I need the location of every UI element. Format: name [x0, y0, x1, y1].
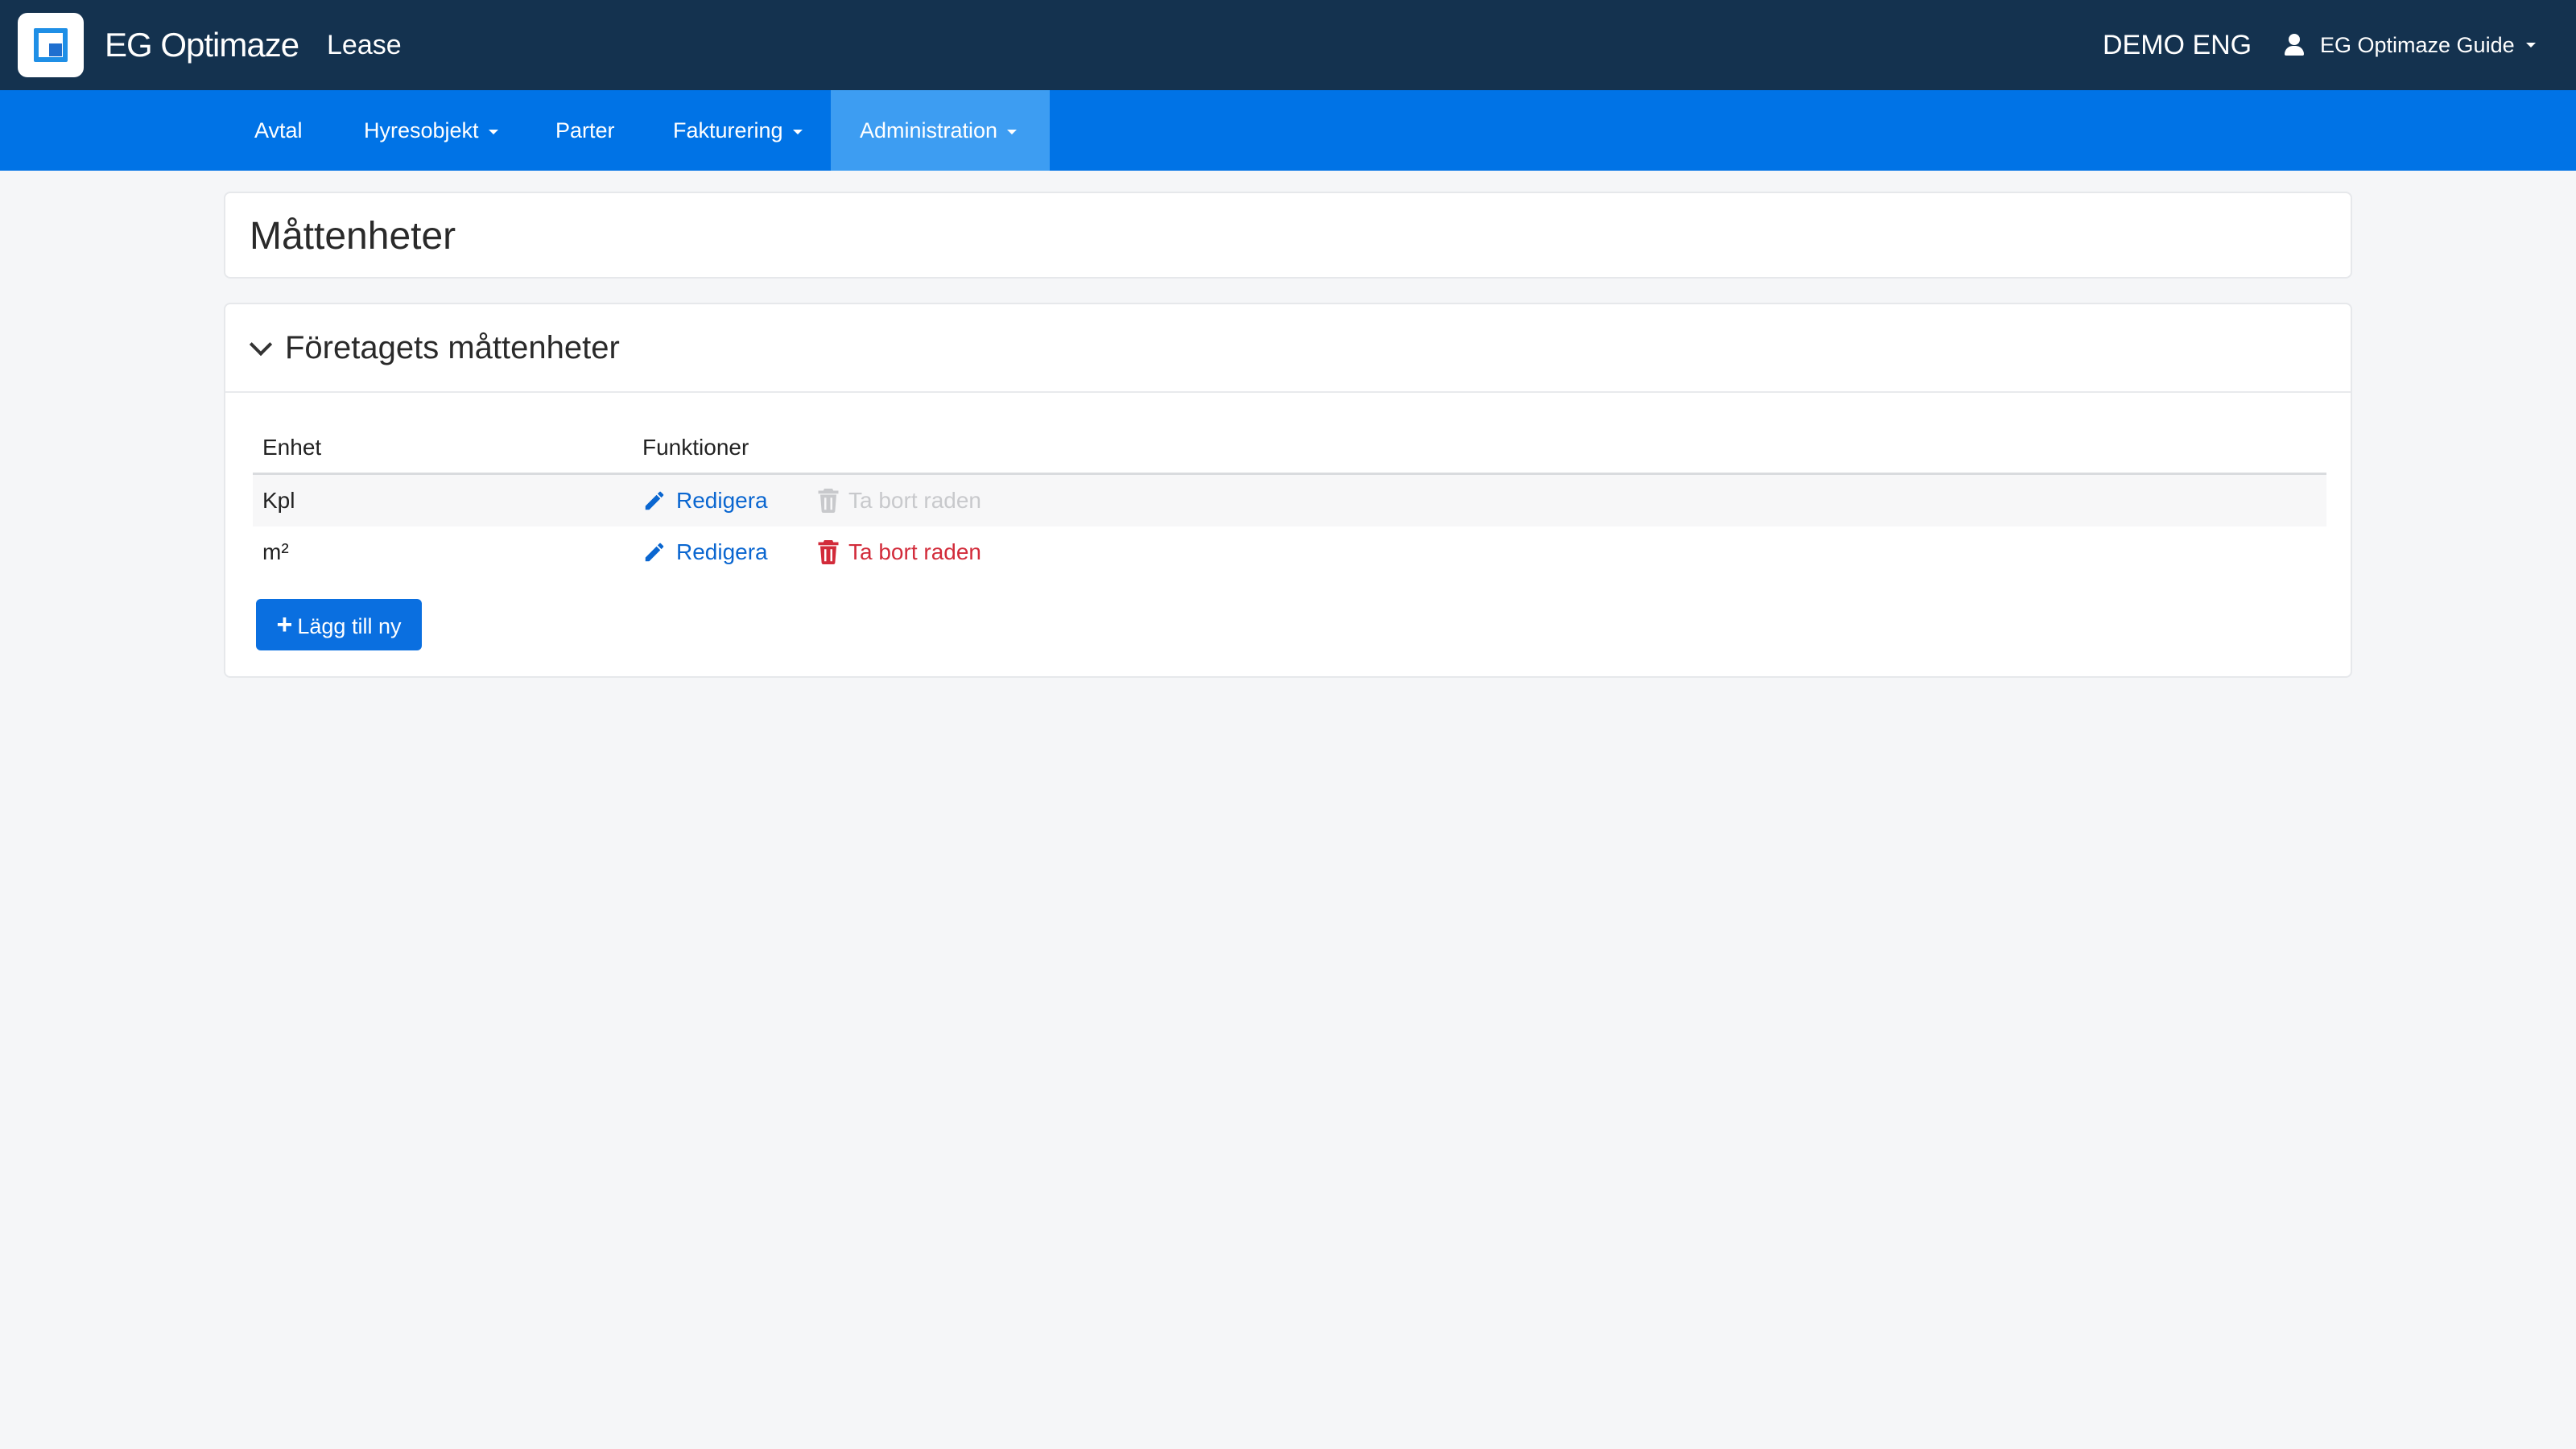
app-logo-icon[interactable] — [18, 13, 84, 77]
nav-item-label: Administration — [860, 118, 998, 142]
nav-item-label: Parter — [555, 118, 615, 142]
add-new-label: Lägg till ny — [297, 614, 402, 638]
nav-item-label: Fakturering — [673, 118, 783, 142]
unit-cell: Kpl — [262, 488, 295, 513]
section-header[interactable]: Företagets måttenheter — [225, 304, 2351, 393]
pencil-icon — [645, 543, 664, 562]
nav-item-label: Hyresobjekt — [364, 118, 479, 142]
main-nav: Avtal Hyresobjekt Parter Fakturering Adm… — [0, 90, 2576, 171]
brand-name[interactable]: EG Optimaze — [105, 26, 299, 64]
add-new-button[interactable]: + Lägg till ny — [256, 599, 422, 650]
environment-name: DEMO ENG — [2103, 30, 2252, 60]
delete-link[interactable]: Ta bort raden — [818, 535, 981, 570]
nav-item-label: Avtal — [254, 118, 303, 142]
section-title: Företagets måttenheter — [285, 330, 620, 365]
trash-icon — [818, 489, 839, 513]
unit-cell: m² — [262, 539, 289, 564]
nav-item-avtal[interactable]: Avtal — [225, 90, 332, 171]
page-title-card: Måttenheter — [224, 192, 2352, 279]
user-menu[interactable]: EG Optimaze Guide — [2283, 27, 2536, 63]
nav-item-fakturering[interactable]: Fakturering — [644, 90, 832, 171]
plus-icon: + — [276, 609, 293, 640]
delete-label: Ta bort raden — [848, 488, 981, 513]
delete-label: Ta bort raden — [848, 539, 981, 564]
chevron-down-icon — [249, 332, 273, 357]
user-name: EG Optimaze Guide — [2320, 33, 2515, 57]
nav-item-parter[interactable]: Parter — [526, 90, 644, 171]
table-header-row: Enhet Funktioner — [253, 422, 2326, 475]
column-header-funktioner: Funktioner — [642, 435, 749, 460]
caret-down-icon — [792, 129, 803, 134]
nav-item-hyresobjekt[interactable]: Hyresobjekt — [335, 90, 527, 171]
units-table: Enhet Funktioner Kpl Redigera Ta bort ra… — [253, 422, 2326, 578]
column-header-enhet: Enhet — [262, 435, 322, 460]
table-row: m² Redigera Ta bort raden — [253, 526, 2326, 578]
units-section: Företagets måttenheter Enhet Funktioner … — [224, 303, 2352, 678]
table-row: Kpl Redigera Ta bort raden — [253, 475, 2326, 526]
edit-label: Redigera — [676, 488, 768, 513]
edit-label: Redigera — [676, 539, 768, 564]
edit-link[interactable]: Redigera — [642, 535, 768, 570]
pencil-icon — [645, 491, 664, 510]
page-title: Måttenheter — [250, 215, 456, 258]
nav-item-administration[interactable]: Administration — [831, 90, 1050, 171]
app-name[interactable]: Lease — [327, 27, 402, 63]
top-bar: EG Optimaze Lease DEMO ENG EG Optimaze G… — [0, 0, 2576, 90]
edit-link[interactable]: Redigera — [642, 483, 768, 518]
delete-link[interactable]: Ta bort raden — [818, 483, 981, 518]
trash-icon — [818, 540, 839, 564]
user-icon — [2283, 32, 2306, 58]
caret-down-icon — [1007, 129, 1018, 134]
caret-down-icon — [488, 129, 498, 134]
caret-down-icon — [2525, 43, 2536, 47]
